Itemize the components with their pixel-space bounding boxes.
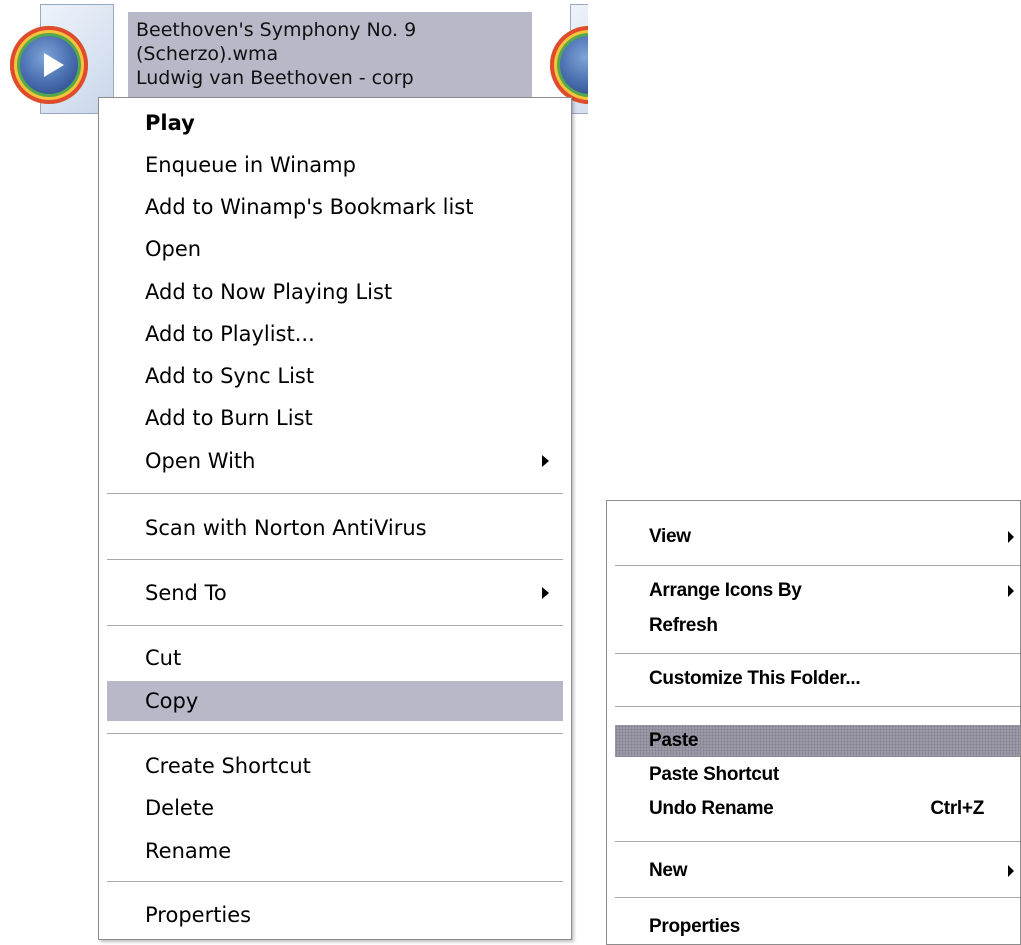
file-artist-line: Ludwig van Beethoven - corp (136, 67, 414, 89)
media-player-disc-icon (550, 26, 588, 104)
menu-separator (615, 565, 1020, 567)
menu-item-add-sync-list[interactable]: Add to Sync List (107, 356, 563, 396)
menu-item-add-burn-list[interactable]: Add to Burn List (107, 398, 563, 438)
menu-item-customize-folder[interactable]: Customize This Folder... (615, 663, 1020, 695)
menu-item-paste-shortcut[interactable]: Paste Shortcut (615, 759, 1020, 791)
menu-item-open[interactable]: Open (107, 229, 563, 269)
submenu-arrow-icon (1008, 865, 1014, 877)
menu-separator (615, 841, 1020, 843)
menu-separator (107, 559, 563, 561)
menu-separator (107, 493, 563, 495)
file-name-line-1: Beethoven's Symphony No. 9 (136, 19, 417, 41)
file-context-menu: Play Enqueue in Winamp Add to Winamp's B… (98, 97, 572, 940)
menu-item-scan-norton[interactable]: Scan with Norton AntiVirus (107, 508, 563, 548)
menu-item-view[interactable]: View (615, 521, 1020, 553)
menu-item-open-with[interactable]: Open With (107, 441, 563, 481)
menu-item-arrange-icons-by[interactable]: Arrange Icons By (615, 575, 1020, 607)
menu-item-copy[interactable]: Copy (107, 681, 563, 721)
menu-item-send-to[interactable]: Send To (107, 573, 563, 613)
menu-separator (107, 733, 563, 735)
submenu-arrow-icon (1008, 531, 1014, 543)
menu-separator (615, 706, 1020, 708)
menu-item-enqueue-winamp[interactable]: Enqueue in Winamp (107, 145, 563, 185)
menu-item-properties[interactable]: Properties (107, 895, 563, 935)
menu-item-properties[interactable]: Properties (615, 911, 1020, 943)
menu-item-rename[interactable]: Rename (107, 831, 563, 871)
menu-item-add-playlist[interactable]: Add to Playlist... (107, 314, 563, 354)
submenu-arrow-icon (542, 455, 549, 467)
submenu-arrow-icon (542, 587, 549, 599)
menu-item-delete[interactable]: Delete (107, 788, 563, 828)
shortcut-ctrl-z: Ctrl+Z (930, 798, 984, 819)
play-triangle-icon (44, 53, 64, 77)
menu-item-new[interactable]: New (615, 855, 1020, 887)
menu-item-play[interactable]: Play (107, 103, 563, 143)
menu-separator (107, 625, 563, 627)
menu-separator (615, 897, 1020, 899)
submenu-arrow-icon (1008, 585, 1014, 597)
menu-item-add-now-playing[interactable]: Add to Now Playing List (107, 272, 563, 312)
file-name-label[interactable]: Beethoven's Symphony No. 9 (Scherzo).wma… (128, 12, 532, 98)
menu-separator (615, 653, 1020, 655)
menu-item-create-shortcut[interactable]: Create Shortcut (107, 746, 563, 786)
menu-separator (107, 881, 563, 883)
menu-item-undo-rename[interactable]: Undo Rename Ctrl+Z (615, 793, 1020, 825)
folder-context-menu: View Arrange Icons By Refresh Customize … (606, 500, 1021, 945)
menu-item-cut[interactable]: Cut (107, 638, 563, 678)
file-name-line-2: (Scherzo).wma (136, 43, 279, 65)
menu-item-paste[interactable]: Paste (615, 725, 1020, 757)
menu-item-winamp-bookmark[interactable]: Add to Winamp's Bookmark list (107, 187, 563, 227)
menu-item-refresh[interactable]: Refresh (615, 610, 1020, 642)
